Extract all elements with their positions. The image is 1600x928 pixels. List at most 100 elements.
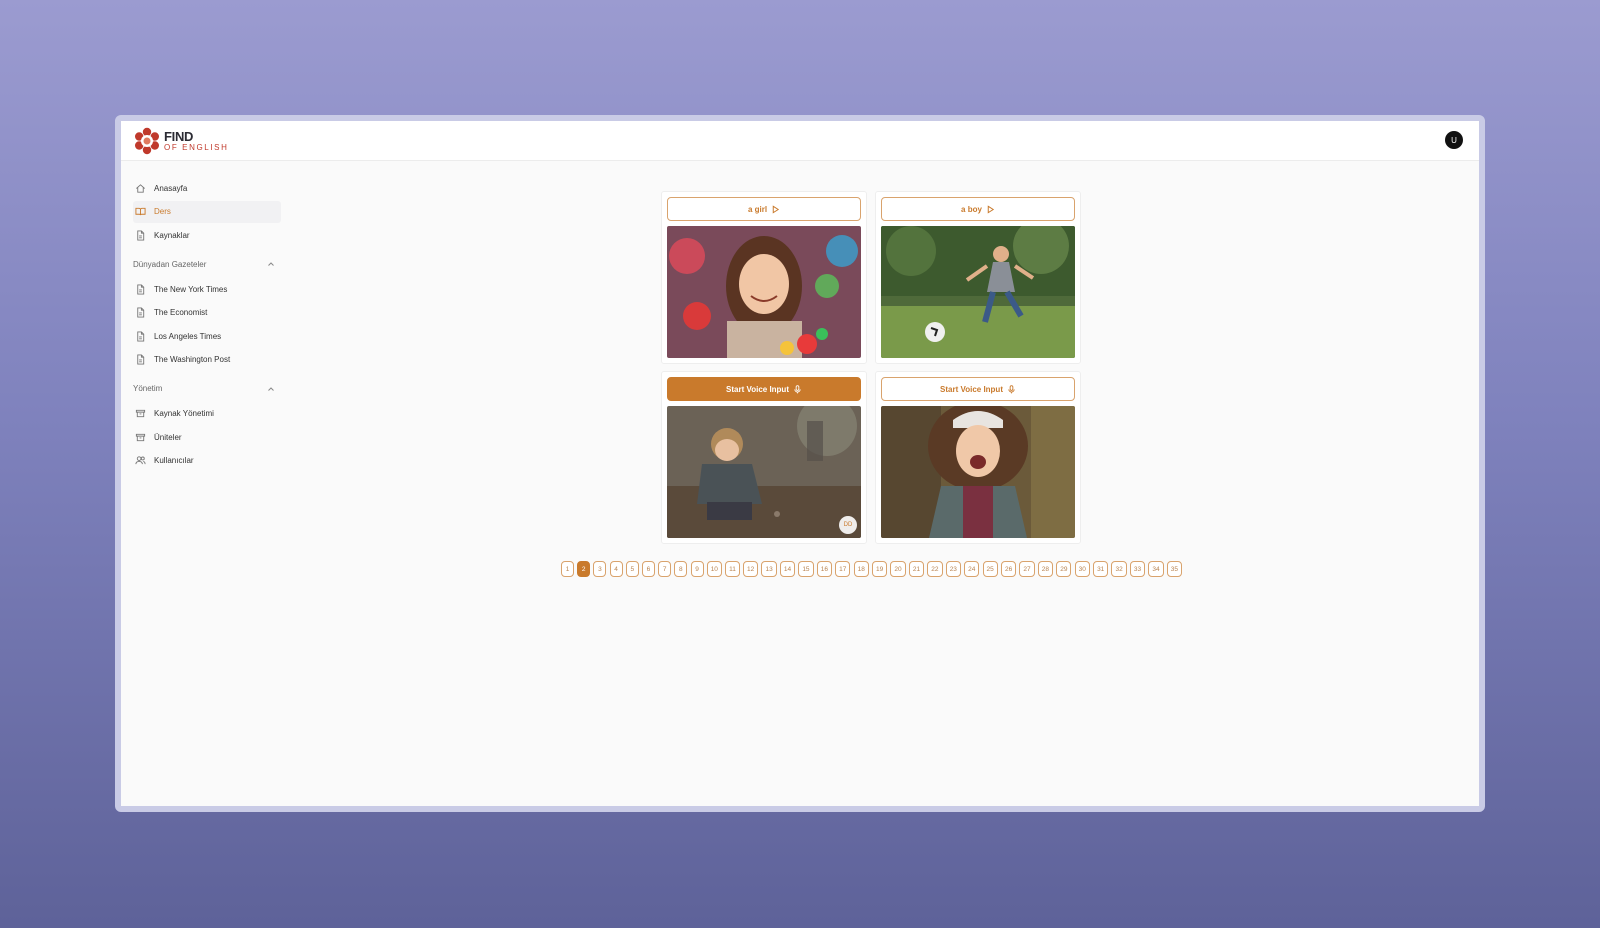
button-label: a boy <box>961 204 982 214</box>
section-title: Yönetim <box>133 384 163 393</box>
page-button-20[interactable]: 20 <box>890 561 906 577</box>
page-button-28[interactable]: 28 <box>1037 561 1054 577</box>
page-button-26[interactable]: 26 <box>1000 561 1017 577</box>
page-button-6[interactable]: 6 <box>641 561 655 577</box>
file-icon <box>137 354 145 365</box>
sidebar-item-label: Üniteler <box>154 432 182 442</box>
page-button-29[interactable]: 29 <box>1056 561 1072 577</box>
pagination: 1 2 3 4 5 6 7 8 9 10 11 12 13 14 15 16 17 18 19 20 21 22 23 24 2… <box>559 561 1184 577</box>
mic-icon <box>794 384 801 393</box>
page-button-21[interactable]: 21 <box>908 561 925 577</box>
page-button-35[interactable]: 35 <box>1166 561 1182 577</box>
page-button-14[interactable]: 14 <box>779 561 796 577</box>
page-button-22[interactable]: 22 <box>927 561 943 577</box>
sidebar-item-uniteler[interactable]: Üniteler <box>133 426 281 448</box>
logo-title: FIND <box>164 129 194 144</box>
page-button-32[interactable]: 32 <box>1111 561 1127 577</box>
file-icon <box>137 307 145 318</box>
girl-with-toys-image <box>667 226 861 358</box>
page-button-10[interactable]: 10 <box>706 561 722 577</box>
section-header-newspapers[interactable]: Dünyadan Gazeteler <box>133 256 281 272</box>
logo[interactable]: FIND OF ENGLISH <box>133 127 228 155</box>
page-button-2[interactable]: 2 <box>577 561 591 577</box>
page-button-25[interactable]: 25 <box>982 561 998 577</box>
sidebar-item-label: Kaynak Yönetimi <box>154 409 214 418</box>
girl-on-bike-image <box>881 406 1075 538</box>
sidebar-item-nyt[interactable]: The New York Times <box>133 278 281 300</box>
sidebar-item-label: The Washington Post <box>154 355 231 364</box>
section-header-management[interactable]: Yönetim <box>133 381 281 397</box>
logo-flower-icon <box>135 127 159 155</box>
page-button-24[interactable]: 24 <box>964 561 980 577</box>
file-icon <box>137 283 145 295</box>
sidebar-item-kullanicilar[interactable]: Kullanıcılar <box>133 450 281 472</box>
page-button-7[interactable]: 7 <box>658 561 672 577</box>
page-button-30[interactable]: 30 <box>1074 561 1090 577</box>
sidebar-item-anasayfa[interactable]: Anasayfa <box>133 177 281 199</box>
page-button-11[interactable]: 11 <box>725 561 740 577</box>
play-icon <box>772 204 780 214</box>
boy-playing-soccer-image <box>881 226 1075 358</box>
start-voice-input-button[interactable]: Start Voice Input <box>881 377 1075 401</box>
sidebar-item-label: Ders <box>154 207 171 216</box>
archive-icon <box>135 409 146 418</box>
page-button-19[interactable]: 19 <box>872 561 888 577</box>
logo-subtitle: OF ENGLISH <box>164 143 229 152</box>
file-icon <box>137 229 145 241</box>
page-button-34[interactable]: 34 <box>1148 561 1164 577</box>
sidebar-item-kaynak-yonetimi[interactable]: Kaynak Yönetimi <box>133 403 281 425</box>
sidebar-item-label: Anasayfa <box>154 183 188 193</box>
file-icon <box>137 330 145 342</box>
home-icon <box>136 183 145 193</box>
button-label: Start Voice Input <box>940 384 1003 394</box>
play-word-button[interactable]: a boy <box>881 197 1075 221</box>
lesson-card: Start Voice Input DD <box>661 371 867 544</box>
page-button-33[interactable]: 33 <box>1129 561 1146 577</box>
sidebar-item-kaynaklar[interactable]: Kaynaklar <box>133 224 281 246</box>
play-word-button[interactable]: a girl <box>667 197 861 221</box>
page-button-31[interactable]: 31 <box>1093 561 1109 577</box>
lesson-card: Start Voice Input <box>875 371 1081 544</box>
page-button-23[interactable]: 23 <box>945 561 961 577</box>
sidebar: Anasayfa Ders Kaynaklar Dünyadan Gazetel… <box>133 177 281 473</box>
page-button-3[interactable]: 3 <box>593 561 607 577</box>
app-window: FIND OF ENGLISH U Anasayfa Ders Kaynakla… <box>115 115 1485 812</box>
page-button-18[interactable]: 18 <box>853 561 869 577</box>
page-button-8[interactable]: 8 <box>674 561 688 577</box>
sidebar-item-label: Los Angeles Times <box>154 331 222 341</box>
page-button-16[interactable]: 16 <box>816 561 832 577</box>
page-button-1[interactable]: 1 <box>561 561 574 577</box>
button-label: a girl <box>747 204 768 214</box>
section-title: Dünyadan Gazeteler <box>133 259 207 269</box>
button-label: Start Voice Input <box>726 384 789 394</box>
sidebar-item-la-times[interactable]: Los Angeles Times <box>133 325 281 347</box>
mic-icon <box>1008 384 1015 393</box>
page-button-15[interactable]: 15 <box>798 561 814 577</box>
image-badge[interactable]: DD <box>839 516 857 534</box>
archive-icon <box>135 433 146 441</box>
sidebar-item-label: The Economist <box>154 308 208 317</box>
page-button-9[interactable]: 9 <box>690 561 704 577</box>
user-avatar[interactable]: U <box>1445 131 1463 149</box>
sidebar-item-ders[interactable]: Ders <box>133 200 281 223</box>
page-button-5[interactable]: 5 <box>625 561 639 577</box>
start-voice-input-button[interactable]: Start Voice Input <box>667 377 861 401</box>
users-icon <box>135 456 146 465</box>
page-button-4[interactable]: 4 <box>609 561 623 577</box>
lesson-card: a boy <box>875 191 1081 364</box>
sidebar-item-economist[interactable]: The Economist <box>133 302 281 324</box>
chevron-up-icon <box>268 262 274 266</box>
lesson-card: a girl <box>661 191 867 364</box>
book-icon <box>135 207 146 216</box>
page-button-12[interactable]: 12 <box>743 561 759 577</box>
play-icon <box>987 204 995 214</box>
sidebar-item-washington-post[interactable]: The Washington Post <box>133 349 281 371</box>
boy-crouching-outdoors-image: DD <box>667 406 861 538</box>
page-button-17[interactable]: 17 <box>835 561 851 577</box>
page-button-13[interactable]: 13 <box>761 561 777 577</box>
sidebar-item-label: Kaynaklar <box>154 230 190 240</box>
sidebar-item-label: Kullanıcılar <box>154 456 194 465</box>
top-bar: FIND OF ENGLISH U <box>121 121 1479 161</box>
page-button-27[interactable]: 27 <box>1019 561 1035 577</box>
sidebar-item-label: The New York Times <box>154 284 228 294</box>
